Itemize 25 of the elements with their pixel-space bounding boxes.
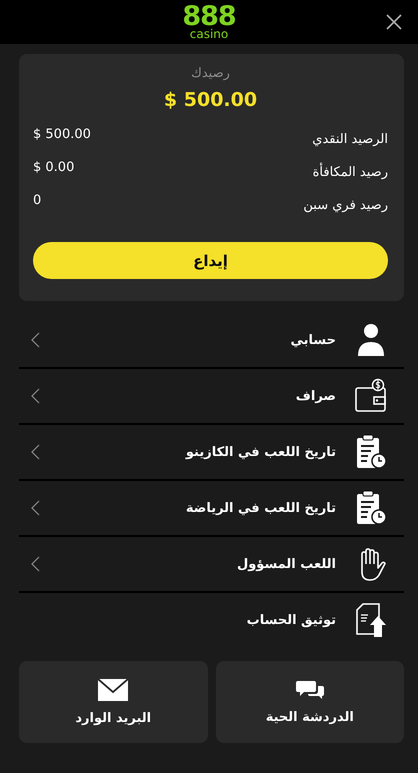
chat-bubbles-icon [296,680,324,700]
chat-button[interactable]: الدردشة الحية [216,661,404,743]
menu-item[interactable]: اللعب المسؤول [19,537,404,593]
clipboard-clock-icon [354,434,388,470]
balance-value: $ 0.00 [33,160,74,175]
menu-item[interactable]: تاريخ اللعب في الكازينو [19,425,404,481]
wallet-icon [354,378,388,414]
menu-item[interactable]: تاريخ اللعب في الرياضة [19,481,404,537]
balance-label: رصيد فري سبن [303,198,388,213]
clipboard-clock-icon [354,490,388,526]
balance-value: 0 [33,193,42,208]
deposit-button[interactable]: إيداع [33,242,388,279]
close-icon[interactable] [386,14,402,30]
balance-title: رصيدك [191,66,230,81]
menu-item[interactable]: توثيق الحساب [19,593,404,647]
menu-item[interactable]: حسابي [19,313,404,369]
balance-value: $ 500.00 [33,127,91,142]
envelope-icon [98,678,128,700]
logo: 888 casino [182,4,236,40]
balance-label: الرصيد النقدي [312,132,388,147]
balance-total: $ 500.00 [164,89,258,111]
document-upload-icon [354,602,388,638]
balance-label: رصيد المكافأة [312,165,388,180]
inbox-button[interactable]: البريد الوارد [19,661,208,743]
menu-item[interactable]: صراف [19,369,404,425]
